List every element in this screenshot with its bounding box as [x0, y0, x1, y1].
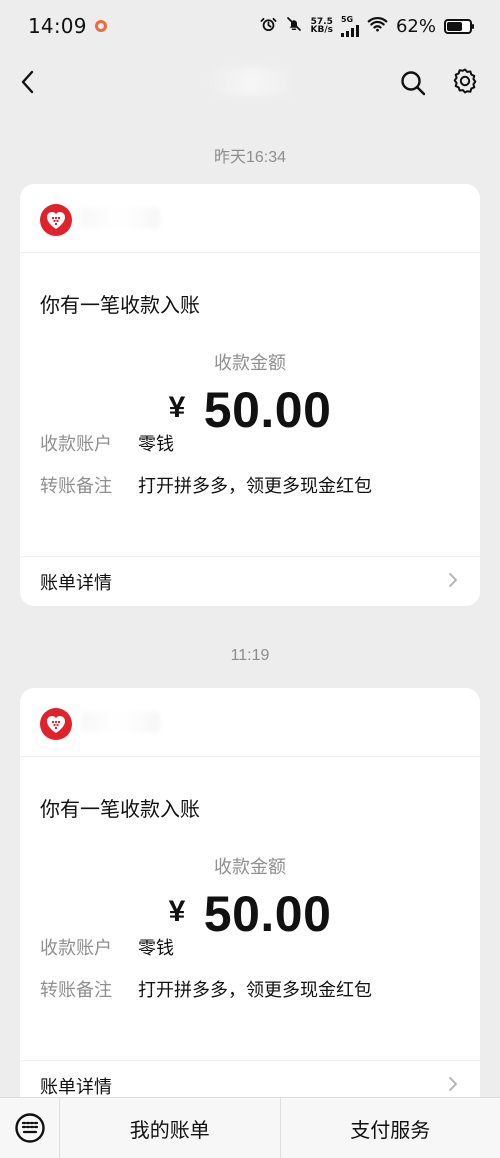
bill-details-label: 账单详情: [40, 573, 112, 594]
amount-label: 收款金额: [214, 353, 286, 374]
signal-area: 5G: [340, 15, 359, 37]
battery-percent: 62%: [395, 15, 436, 37]
currency-symbol: ¥: [168, 391, 186, 424]
my-bills-tab[interactable]: 我的账单: [60, 1098, 281, 1158]
heart-logo: [47, 212, 65, 229]
amount-label: 收款金额: [214, 857, 286, 878]
search-icon: [401, 71, 426, 96]
payment-card[interactable]: 你有一笔收款入账 收款金额 ¥50.00 收款账户 零钱 转账备注 打开拼多多，…: [20, 688, 480, 1110]
status-indicator-icon: [94, 20, 107, 32]
transfer-note-label: 转账备注: [40, 476, 112, 497]
chevron-right-icon: [449, 1077, 457, 1091]
back-icon: [21, 70, 34, 94]
signal-icon: [340, 25, 359, 37]
muted-bell-icon: [285, 15, 303, 37]
network-type: 5G: [340, 15, 354, 24]
bill-details-label: 账单详情: [40, 1077, 112, 1098]
receiving-account-label: 收款账户: [40, 938, 112, 959]
transfer-note-row: 转账备注 打开拼多多，领更多现金红包: [40, 976, 372, 1002]
transfer-note-value: 打开拼多多，领更多现金红包: [138, 476, 372, 497]
status-left: 14:09: [28, 14, 107, 38]
gear-icon: [453, 68, 477, 94]
receiving-account-value: 零钱: [138, 434, 174, 455]
blurred-page-title: [210, 68, 292, 96]
bill-details-link[interactable]: 账单详情: [20, 556, 480, 606]
blurred-merchant-name: [80, 711, 160, 733]
status-time: 14:09: [28, 14, 87, 38]
receiving-account-value: 零钱: [138, 938, 174, 959]
keyboard-icon: [14, 1113, 45, 1143]
receiving-account-label: 收款账户: [40, 434, 112, 455]
merchant-logo-icon: [40, 204, 72, 236]
transfer-note-row: 转账备注 打开拼多多，领更多现金红包: [40, 472, 372, 498]
network-speed-unit: KB/s: [310, 25, 333, 35]
receiving-account-row: 收款账户 零钱: [40, 934, 174, 960]
navigation-bar: [0, 52, 500, 114]
blurred-merchant-name: [80, 207, 160, 229]
battery-icon: [444, 18, 474, 34]
card-body: 你有一笔收款入账 收款金额 ¥50.00 收款账户 零钱 转账备注 打开拼多多，…: [20, 757, 480, 1060]
alarm-icon: [260, 16, 277, 37]
transfer-note-value: 打开拼多多，领更多现金红包: [138, 980, 372, 1001]
currency-symbol: ¥: [168, 895, 186, 928]
amount-value: 50.00: [203, 382, 332, 438]
battery-level: [447, 21, 462, 31]
payment-card[interactable]: 你有一笔收款入账 收款金额 ¥50.00 收款账户 零钱 转账备注 打开拼多多，…: [20, 184, 480, 606]
network-speed: 57.5 KB/s: [310, 17, 333, 35]
card-title: 你有一笔收款入账: [40, 293, 200, 317]
settings-button[interactable]: [450, 66, 480, 96]
chevron-right-icon: [449, 573, 457, 587]
card-header: [20, 688, 480, 757]
keyboard-button[interactable]: [0, 1098, 60, 1158]
receiving-account-row: 收款账户 零钱: [40, 430, 174, 456]
merchant-logo-icon: [40, 708, 72, 740]
bottom-menu-bar: 我的账单 支付服务: [0, 1097, 500, 1158]
search-button[interactable]: [398, 68, 428, 98]
card-body: 你有一笔收款入账 收款金额 ¥50.00 收款账户 零钱 转账备注 打开拼多多，…: [20, 253, 480, 556]
transfer-note-label: 转账备注: [40, 980, 112, 1001]
status-bar: 14:09 57.5 KB/s 5G 62%: [0, 0, 500, 52]
back-button[interactable]: [14, 68, 42, 96]
card-title: 你有一笔收款入账: [40, 797, 200, 821]
card-header: [20, 184, 480, 253]
heart-logo: [47, 716, 65, 733]
message-timestamp: 昨天16:34: [213, 149, 287, 166]
wifi-icon: [367, 16, 388, 36]
message-timestamp: 11:19: [230, 647, 270, 664]
amount-value: 50.00: [203, 886, 332, 942]
status-right: 57.5 KB/s 5G 62%: [260, 15, 474, 37]
payment-services-tab[interactable]: 支付服务: [281, 1098, 500, 1158]
